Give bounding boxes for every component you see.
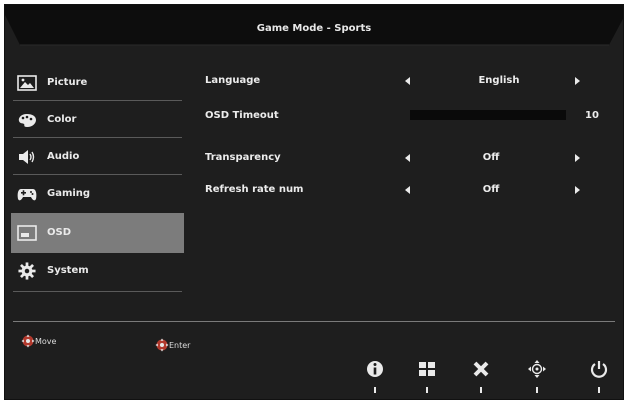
setting-osd-timeout[interactable]: OSD Timeout 10 — [205, 106, 605, 126]
setting-refresh-rate-num[interactable]: Refresh rate num Off — [205, 180, 605, 200]
sidebar-item-gaming[interactable]: Gaming — [11, 176, 184, 213]
setting-value: 10 — [585, 110, 599, 121]
hint-label: Move — [35, 337, 57, 346]
navigate-key[interactable] — [527, 359, 547, 399]
sidebar: Picture Color Audio Gaming OSD System — [11, 65, 184, 292]
arrow-right-icon[interactable] — [575, 186, 580, 194]
arrow-right-icon[interactable] — [575, 154, 580, 162]
key-indicator — [374, 387, 376, 393]
sidebar-item-label: Picture — [47, 77, 88, 88]
setting-label: Language — [205, 75, 261, 86]
sidebar-item-label: Gaming — [47, 188, 91, 199]
key-indicator — [598, 387, 600, 393]
speaker-icon — [19, 150, 35, 164]
picture-icon — [17, 75, 37, 91]
sidebar-item-label: Audio — [47, 151, 80, 162]
sidebar-item-color[interactable]: Color — [11, 102, 184, 139]
key-indicator — [480, 387, 482, 393]
divider — [13, 321, 615, 322]
divider — [13, 174, 182, 175]
sidebar-item-osd[interactable]: OSD — [11, 213, 184, 253]
windows-key[interactable] — [417, 359, 437, 399]
arrow-left-icon[interactable] — [405, 77, 410, 85]
setting-label: Refresh rate num — [205, 184, 304, 195]
hint-label: Enter — [169, 341, 191, 350]
arrow-left-icon[interactable] — [405, 186, 410, 194]
arrow-right-icon[interactable] — [575, 77, 580, 85]
osd-timeout-slider[interactable] — [410, 110, 566, 120]
power-key[interactable] — [589, 359, 609, 399]
windows-grid-icon — [419, 362, 435, 376]
setting-value: Off — [482, 184, 500, 195]
setting-label: Transparency — [205, 152, 281, 163]
dpad-icon — [21, 334, 35, 348]
header-title: Game Mode - Sports — [256, 23, 372, 34]
dpad-icon — [155, 338, 169, 352]
arrow-left-icon[interactable] — [405, 154, 410, 162]
sidebar-item-label: Color — [47, 114, 77, 125]
info-key[interactable] — [365, 359, 385, 399]
osd-window-icon — [17, 225, 37, 241]
divider — [13, 100, 182, 101]
close-key[interactable] — [471, 359, 491, 399]
setting-value: English — [478, 75, 520, 86]
gear-icon — [18, 262, 36, 280]
gamepad-icon — [17, 189, 37, 201]
sidebar-item-picture[interactable]: Picture — [11, 65, 184, 102]
sidebar-item-audio[interactable]: Audio — [11, 139, 184, 176]
setting-value: Off — [482, 152, 500, 163]
sidebar-item-system[interactable]: System — [11, 253, 184, 292]
setting-label: OSD Timeout — [205, 110, 279, 121]
sidebar-item-label: System — [47, 265, 89, 276]
osd-menu: Game Mode - Sports Picture Color Audio G… — [4, 4, 624, 400]
sidebar-item-label: OSD — [47, 227, 72, 238]
key-indicator — [426, 387, 428, 393]
palette-icon — [18, 114, 36, 127]
setting-transparency[interactable]: Transparency Off — [205, 148, 605, 168]
close-icon — [473, 361, 489, 377]
info-icon — [367, 361, 383, 377]
key-indicator — [536, 387, 538, 393]
setting-language[interactable]: Language English — [205, 71, 605, 91]
divider — [13, 291, 182, 292]
move-dpad-icon — [528, 360, 546, 378]
divider — [13, 137, 182, 138]
power-icon — [590, 361, 608, 378]
